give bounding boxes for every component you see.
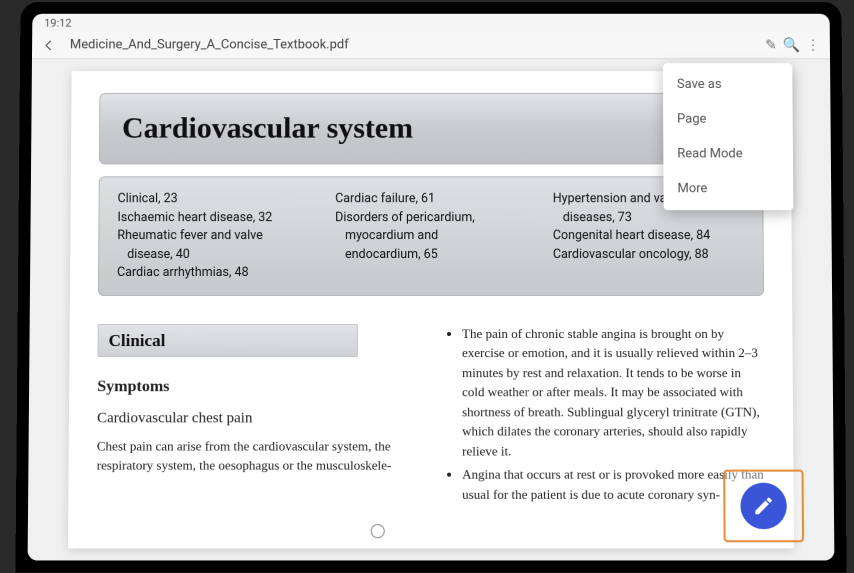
toc-entry: Disorders of pericardium, — [335, 209, 527, 226]
page-indicator-icon — [371, 524, 385, 538]
toc-entry: Cardiac arrhythmias, 48 — [117, 264, 309, 281]
body-left-column: Clinical Symptoms Cardiovascular chest p… — [96, 324, 416, 508]
body-paragraph: Chest pain can arise from the cardiovasc… — [97, 436, 416, 475]
toc-entry: Rheumatic fever and valve — [117, 227, 309, 244]
toc-entry: Clinical, 23 — [118, 190, 310, 207]
menu-item[interactable]: Read Mode — [663, 137, 793, 172]
toc-entry: Congenital heart disease, 84 — [553, 227, 745, 244]
toc-entry: Cardiac failure, 61 — [335, 190, 527, 207]
more-icon[interactable]: ⋮ — [806, 37, 820, 53]
clock: 19:12 — [44, 16, 71, 29]
menu-item[interactable]: More — [663, 171, 793, 206]
document-filename: Medicine_And_Surgery_A_Concise_Textbook.… — [70, 38, 349, 53]
body-bullet: Angina that occurs at rest or is provoke… — [462, 465, 765, 504]
search-icon[interactable]: 🔍 — [783, 37, 800, 53]
tablet-screen: 19:12 Medicine_And_Surgery_A_Concise_Tex… — [28, 14, 835, 561]
device-frame: 19:12 Medicine_And_Surgery_A_Concise_Tex… — [15, 2, 846, 573]
fab-highlight-box — [723, 470, 804, 543]
toc-entry: Cardiovascular oncology, 88 — [553, 246, 745, 263]
toc-entry: endocardium, 65 — [335, 246, 527, 263]
body-bullet: The pain of chronic stable angina is bro… — [462, 324, 765, 461]
body-right-column: The pain of chronic stable angina is bro… — [446, 324, 766, 508]
menu-item[interactable]: Page — [663, 102, 793, 137]
chapter-title: Cardiovascular system — [122, 112, 740, 146]
subheading-chest-pain: Cardiovascular chest pain — [97, 407, 416, 430]
back-icon[interactable] — [42, 38, 56, 52]
toc-entry: disease, 40 — [117, 246, 309, 263]
section-heading: Clinical — [97, 324, 357, 358]
toc-entry: myocardium and — [335, 227, 527, 244]
toc-entry: Ischaemic heart disease, 32 — [117, 209, 309, 226]
toc-entry: diseases, 73 — [553, 209, 745, 226]
edit-fab-button[interactable] — [740, 483, 787, 529]
menu-item[interactable]: Save as — [663, 67, 793, 102]
overflow-menu: Save asPageRead ModeMore — [663, 63, 794, 210]
toc-column-2: Cardiac failure, 61 Disorders of pericard… — [335, 189, 527, 282]
status-bar: 19:12 — [32, 14, 830, 32]
toc-column-1: Clinical, 23 Ischaemic heart disease, 32R… — [117, 189, 309, 282]
pen-tool-icon[interactable]: ✎ — [765, 37, 777, 53]
pencil-icon — [752, 495, 774, 517]
pdf-toolbar: Medicine_And_Surgery_A_Concise_Textbook.… — [32, 32, 830, 60]
subheading-symptoms: Symptoms — [97, 375, 416, 399]
